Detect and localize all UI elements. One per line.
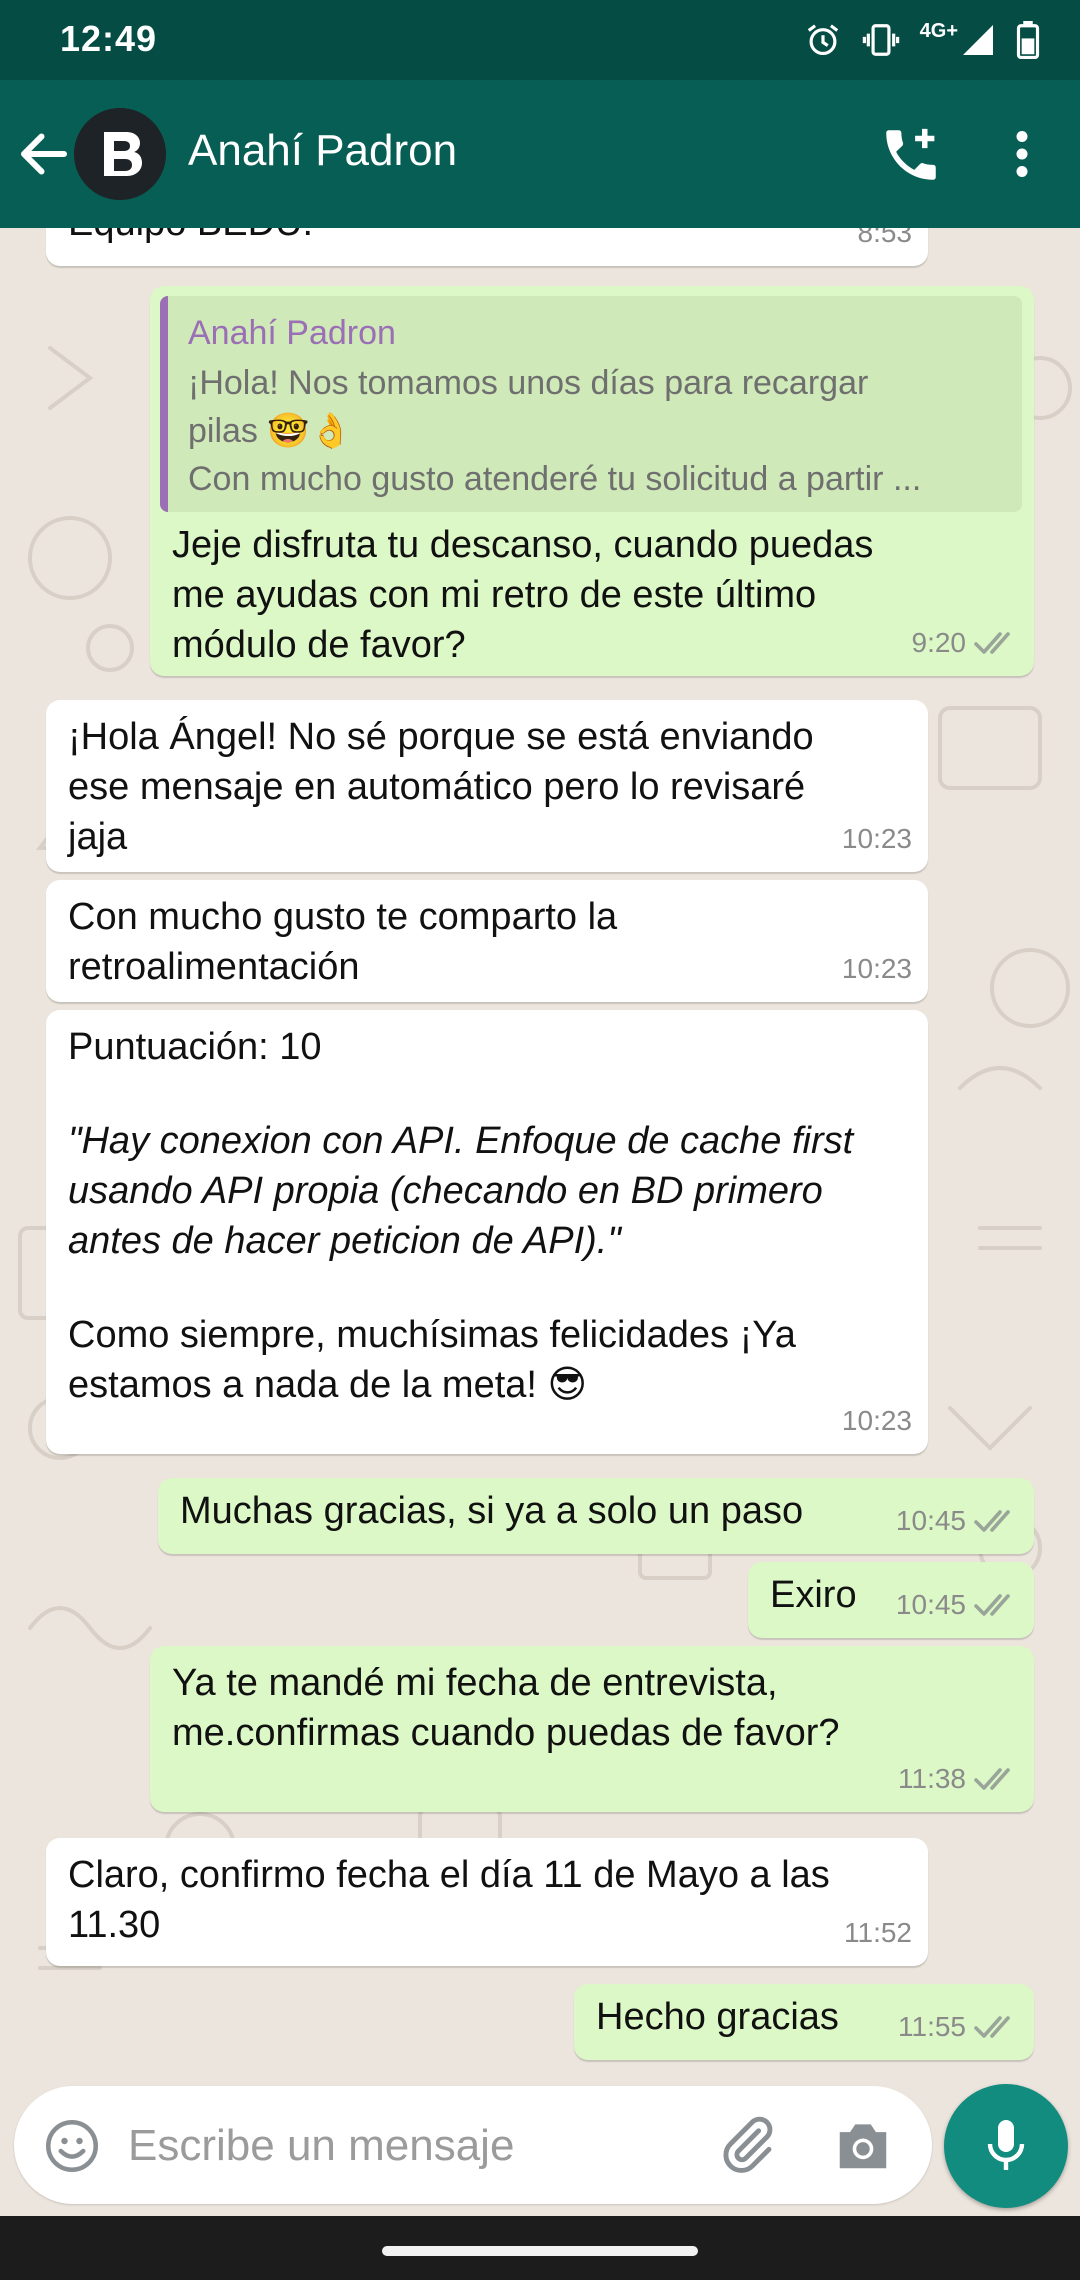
message-time: 10:23: [841, 823, 912, 854]
message-meta: 11:55: [898, 2002, 1018, 2052]
status-time: 12:49: [60, 18, 158, 59]
attach-icon: [723, 2116, 773, 2173]
message-composer: [14, 2086, 932, 2204]
double-check-icon: [974, 1594, 1010, 1616]
message-text: Con mucho gusto te comparto la retroalim…: [68, 896, 618, 988]
status-bar: 12:49 4G+: [0, 0, 1080, 80]
message-bubble-incoming[interactable]: ¡Hola Ángel! No sé porque se está envian…: [46, 700, 928, 872]
message-text: Como siempre, muchísimas felicidades ¡Ya…: [68, 1314, 796, 1406]
system-nav-bar: [0, 2216, 1080, 2280]
bedu-logo-icon: [74, 108, 166, 200]
message-text: Hecho gracias: [596, 1996, 839, 2038]
chat-area[interactable]: Equipo BEDU. 8:53 Anahí Padron ¡Hola! No…: [0, 228, 1080, 2080]
status-icons: 4G+: [804, 20, 1040, 60]
message-bubble-incoming[interactable]: Puntuación: 10 "Hay conexion con API. En…: [46, 1010, 928, 1454]
camera-icon: [839, 2124, 887, 2169]
double-check-icon: [974, 1510, 1010, 1532]
contact-name[interactable]: Anahí Padron: [188, 126, 457, 176]
alarm-icon: [804, 21, 842, 59]
message-text: Puntuación: 10: [68, 1026, 322, 1068]
quote-text-line: ¡Hola! Nos tomamos unos días para recarg…: [188, 364, 869, 402]
message-bubble-incoming[interactable]: Equipo BEDU. 8:53: [46, 228, 928, 266]
message-text: Equipo BEDU.: [68, 228, 313, 248]
vibrate-icon: [862, 21, 900, 59]
message-meta: 10:45: [896, 1580, 1018, 1630]
network-type: 4G+: [919, 19, 958, 42]
message-meta: 10:23: [842, 1396, 912, 1446]
emoji-icon: [46, 2120, 98, 2172]
message-bubble-incoming[interactable]: Claro, confirmo fecha el día 11 de Mayo …: [46, 1838, 928, 1966]
message-text: Claro, confirmo fecha el día 11 de Mayo …: [68, 1854, 830, 1946]
message-meta: 10:45: [896, 1496, 1018, 1546]
message-meta: 11:38: [898, 1754, 1018, 1804]
message-time: 11:38: [898, 1763, 966, 1794]
message-time: 10:23: [841, 953, 912, 984]
message-time: 11:52: [844, 1917, 912, 1948]
avatar[interactable]: [74, 108, 166, 200]
message-meta: 10:23: [842, 814, 912, 864]
emoji-button[interactable]: [42, 2116, 102, 2176]
back-arrow-icon: [21, 133, 67, 175]
message-time: 10:23: [841, 1405, 912, 1436]
message-time: 11:55: [898, 2011, 966, 2042]
quote-text-line: pilas 🤓👌: [188, 412, 353, 450]
double-check-icon: [974, 2016, 1010, 2038]
mic-icon: [987, 2120, 1025, 2170]
message-bubble-outgoing[interactable]: Exiro 10:45: [748, 1562, 1034, 1638]
message-bubble-outgoing[interactable]: Hecho gracias 11:55: [574, 1984, 1034, 2060]
message-text: Ya te mandé mi fecha de entrevista, me.c…: [172, 1662, 840, 1754]
add-call-icon: [886, 128, 936, 180]
message-meta: 9:20: [912, 618, 1019, 668]
message-time: 10:45: [895, 1505, 966, 1536]
signal-icon: [960, 22, 996, 58]
double-check-icon: [974, 1768, 1010, 1790]
quoted-message[interactable]: Anahí Padron ¡Hola! Nos tomamos unos día…: [160, 296, 1022, 512]
double-check-icon: [974, 632, 1010, 654]
message-text: Exiro: [770, 1574, 857, 1616]
home-gesture-handle[interactable]: [382, 2246, 698, 2256]
message-time: 9:20: [911, 627, 967, 658]
message-bubble-outgoing[interactable]: Anahí Padron ¡Hola! Nos tomamos unos día…: [150, 286, 1034, 676]
message-bubble-outgoing[interactable]: Muchas gracias, si ya a solo un paso 10:…: [158, 1478, 1034, 1554]
message-text: ¡Hola Ángel! No sé porque se está envian…: [68, 716, 814, 858]
quote-text-line: Con mucho gusto atenderé tu solicitud a …: [188, 460, 922, 498]
mic-button[interactable]: [944, 2084, 1068, 2208]
quote-author: Anahí Padron: [188, 314, 396, 352]
message-bubble-outgoing[interactable]: Ya te mandé mi fecha de entrevista, me.c…: [150, 1646, 1034, 1812]
message-quote-text: "Hay conexion con API. Enfoque de cache …: [68, 1120, 854, 1262]
message-text: Muchas gracias, si ya a solo un paso: [180, 1490, 804, 1532]
chat-header: Anahí Padron: [0, 80, 1080, 228]
message-meta: 11:52: [844, 1908, 912, 1958]
more-options-button[interactable]: [1000, 124, 1044, 184]
add-call-button[interactable]: [878, 122, 944, 188]
message-meta: 10:23: [842, 944, 912, 994]
message-input[interactable]: [126, 2112, 690, 2180]
attach-button[interactable]: [716, 2114, 778, 2176]
message-time: 10:45: [895, 1589, 966, 1620]
camera-button[interactable]: [832, 2116, 894, 2174]
message-bubble-incoming[interactable]: Con mucho gusto te comparto la retroalim…: [46, 880, 928, 1002]
battery-icon: [1016, 21, 1040, 59]
more-vert-icon: [1016, 131, 1028, 177]
back-button[interactable]: [14, 124, 74, 184]
message-text: Jeje disfruta tu descanso, cuando puedas…: [172, 524, 874, 666]
message-meta: 8:53: [858, 228, 913, 258]
message-time: 8:53: [857, 228, 913, 248]
